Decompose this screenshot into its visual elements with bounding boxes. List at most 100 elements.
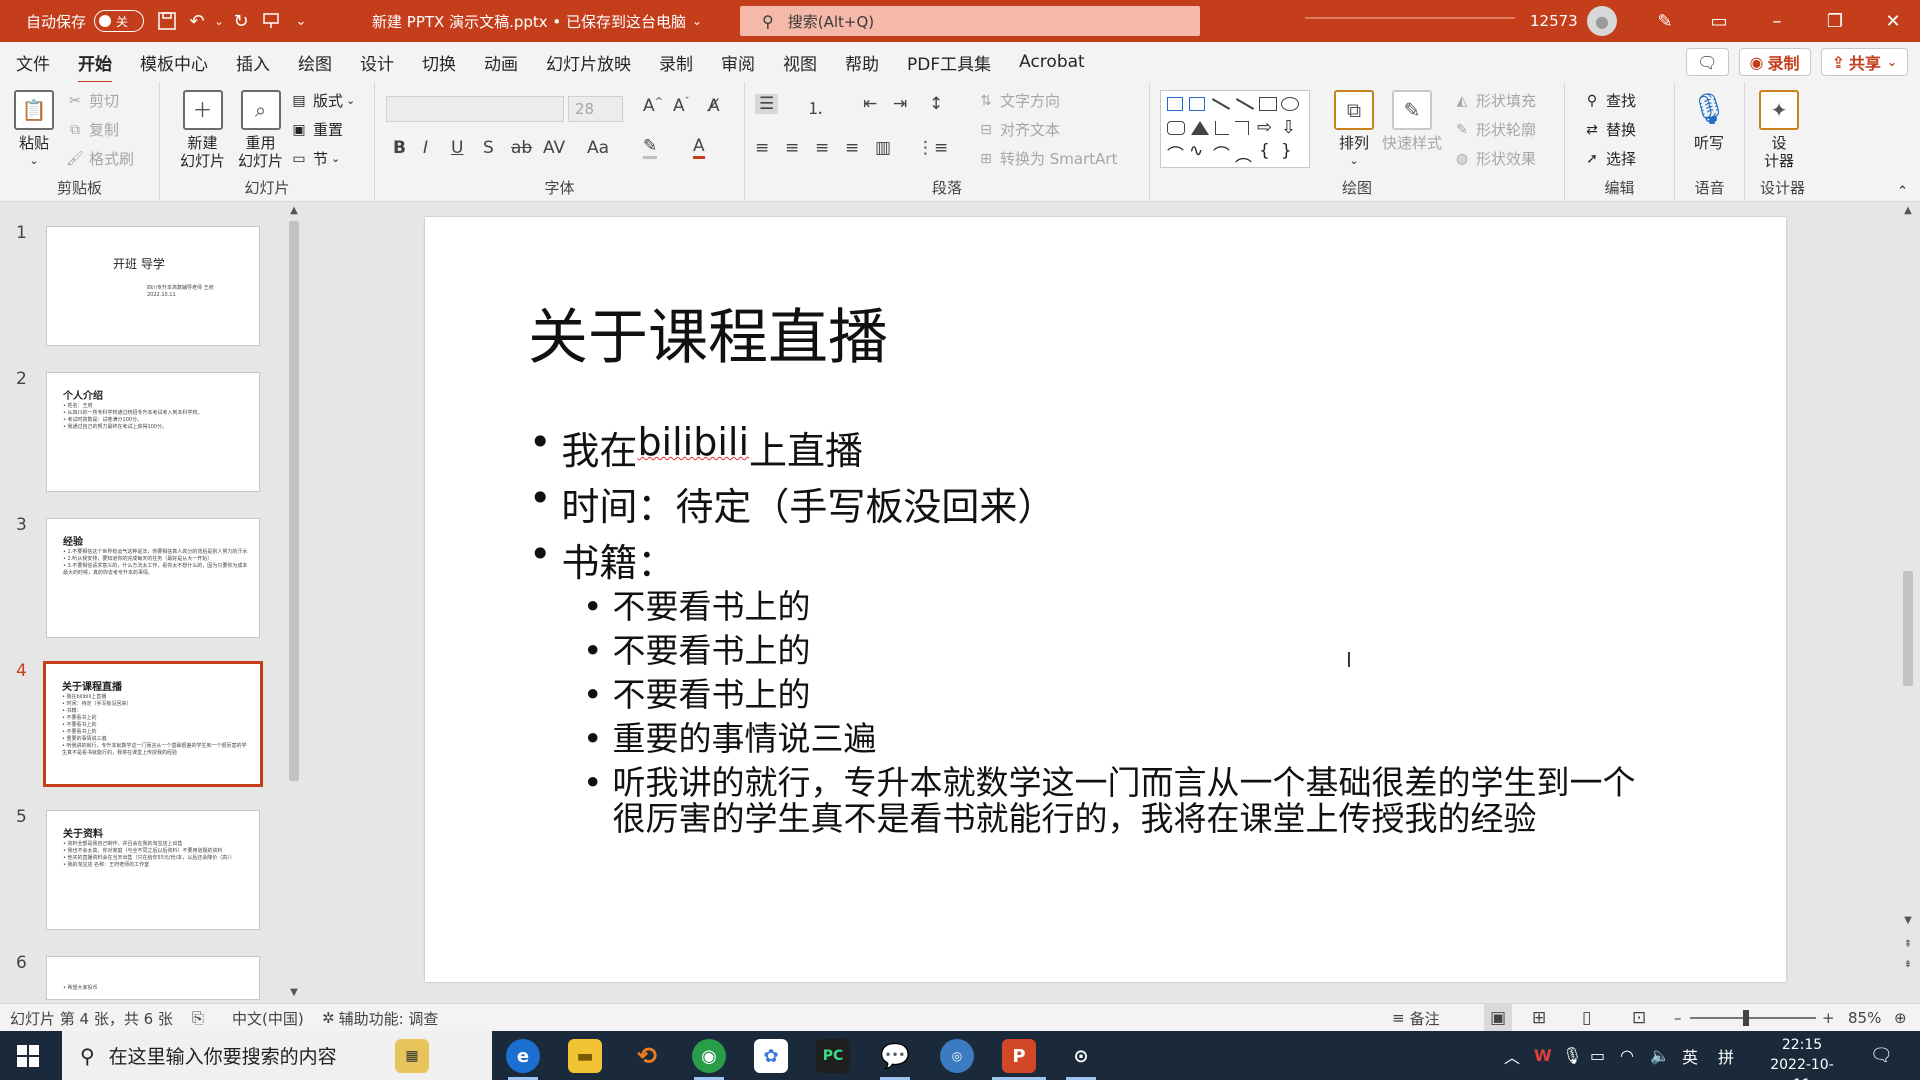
tab-help[interactable]: 帮助 bbox=[845, 50, 879, 75]
thumbnail-scrollbar[interactable]: ▲ ▼ bbox=[286, 203, 302, 1003]
triangle-shape-icon[interactable] bbox=[1191, 121, 1209, 135]
bullet-item[interactable]: • 时间：待定（手写板没回来） bbox=[529, 476, 1055, 531]
slide-thumbnail-6[interactable]: • 希望大家投币 bbox=[46, 956, 260, 1000]
system-clock[interactable]: 22:15 2022-10-11 bbox=[1762, 1035, 1842, 1080]
slide-sorter-icon[interactable]: ⊞ bbox=[1532, 1004, 1546, 1032]
share-button[interactable]: ⇪ 共享 ⌄ bbox=[1820, 48, 1908, 76]
scrollbar-thumb[interactable] bbox=[1903, 571, 1913, 686]
tab-record[interactable]: 录制 bbox=[659, 50, 693, 75]
tab-home[interactable]: 开始 bbox=[78, 50, 112, 84]
bold-icon[interactable]: B bbox=[393, 138, 406, 158]
normal-view-icon[interactable]: ▣ bbox=[1484, 1004, 1513, 1032]
undo-icon[interactable]: ↶ bbox=[182, 6, 212, 36]
down-arrow-shape-icon[interactable]: ⇩ bbox=[1281, 117, 1296, 138]
tab-slideshow[interactable]: 幻灯片放映 bbox=[546, 50, 631, 75]
zoom-out-icon[interactable]: – bbox=[1674, 1004, 1682, 1032]
arrange-button[interactable]: ⧉ 排列 ⌄ bbox=[1334, 90, 1374, 170]
customize-qat-icon[interactable]: ⌄ bbox=[286, 6, 316, 36]
highlight-icon[interactable]: ✎ bbox=[643, 136, 658, 159]
section-button[interactable]: ▭ 节 ⌄ bbox=[290, 148, 340, 169]
align-left-icon[interactable]: ≡ bbox=[755, 138, 769, 158]
increase-indent-icon[interactable]: ⇥ bbox=[893, 94, 907, 114]
slide-title[interactable]: 关于课程直播 bbox=[528, 289, 888, 376]
scroll-down-icon[interactable]: ▼ bbox=[1900, 915, 1916, 926]
present-icon[interactable] bbox=[256, 6, 286, 36]
bullet-item[interactable]: • 我在 bilibili 上直播 bbox=[529, 420, 863, 475]
text-align-icon[interactable]: ⋮≡ bbox=[917, 138, 948, 158]
restore-icon[interactable]: ❐ bbox=[1806, 0, 1864, 42]
file-explorer-icon[interactable]: ▬ bbox=[568, 1039, 602, 1073]
accessibility-button[interactable]: ✲ 辅助功能: 调查 bbox=[322, 1004, 438, 1032]
battery-icon[interactable]: ▭ bbox=[1590, 1031, 1605, 1080]
zoom-slider[interactable] bbox=[1690, 1017, 1816, 1019]
slide-thumbnail-3[interactable]: 经验 • 1.不要相信这个世界有运气这种说法，你要相信真人高分的背后是别人努力的… bbox=[46, 518, 260, 638]
italic-icon[interactable]: I bbox=[423, 138, 428, 158]
right-arrow-shape-icon[interactable]: ⇨ bbox=[1257, 117, 1272, 138]
powerpoint-icon[interactable]: P bbox=[1002, 1039, 1036, 1073]
scroll-up-icon[interactable]: ▲ bbox=[286, 205, 302, 216]
zoom-level[interactable]: 85% bbox=[1848, 1004, 1881, 1032]
microphone-tray-icon[interactable]: 🎙 bbox=[1562, 1031, 1582, 1080]
cut-button[interactable]: ✂ 剪切 bbox=[66, 90, 119, 111]
slide-thumbnail-1[interactable]: 开班 导学 四川专升本高数辅导老师 王府 2022.10.11 bbox=[46, 226, 260, 346]
reading-view-icon[interactable]: ▯ bbox=[1582, 1004, 1591, 1032]
decrease-indent-icon[interactable]: ⇤ bbox=[863, 94, 877, 114]
close-icon[interactable]: ✕ bbox=[1864, 0, 1920, 42]
elbow-shape-icon[interactable] bbox=[1235, 121, 1249, 135]
spacing-icon[interactable]: AV bbox=[543, 138, 565, 158]
scroll-up-icon[interactable]: ▲ bbox=[1900, 205, 1916, 216]
tab-file[interactable]: 文件 bbox=[16, 50, 50, 75]
tray-overflow-icon[interactable]: ︿ bbox=[1504, 1031, 1520, 1080]
align-right-icon[interactable]: ≡ bbox=[815, 138, 829, 158]
fit-slide-icon[interactable]: ⊕ bbox=[1894, 1004, 1907, 1032]
tab-design[interactable]: 设计 bbox=[360, 50, 394, 75]
underline-icon[interactable]: U bbox=[451, 138, 463, 158]
save-icon[interactable] bbox=[152, 6, 182, 36]
pen-icon[interactable]: ✎ bbox=[1650, 6, 1680, 36]
previous-slide-icon[interactable]: ⇞ bbox=[1900, 939, 1916, 950]
scrollbar-thumb[interactable] bbox=[289, 221, 299, 781]
tab-template-center[interactable]: 模板中心 bbox=[140, 50, 208, 75]
connector-shape-icon[interactable] bbox=[1215, 121, 1229, 135]
notes-button[interactable]: ≡ 备注 bbox=[1392, 1004, 1440, 1032]
wps-tray-icon[interactable]: W bbox=[1534, 1031, 1552, 1080]
sub-bullet-item[interactable]: • 不要看书上的 bbox=[583, 677, 810, 713]
tab-animations[interactable]: 动画 bbox=[484, 50, 518, 75]
change-case-icon[interactable]: Aa bbox=[587, 138, 609, 158]
shapes-gallery[interactable]: ⇨ ⇩ ⌒ ∿ ⌒ ︵ { } bbox=[1160, 90, 1310, 168]
font-size-box[interactable]: 28 bbox=[568, 96, 623, 122]
ribbon-display-icon[interactable]: ▭ bbox=[1690, 0, 1748, 42]
slide-thumbnail-2[interactable]: 个人介绍 • 姓名：王府 • 从四川的一所专科学校通过统招专升本考试考入到本科学… bbox=[46, 372, 260, 492]
font-color-icon[interactable]: A bbox=[693, 136, 705, 159]
copy-button[interactable]: ⧉ 复制 bbox=[66, 119, 119, 140]
rectangle-shape-icon[interactable] bbox=[1259, 97, 1277, 111]
paste-button[interactable]: 📋 粘贴 ⌄ bbox=[14, 90, 54, 170]
curve-shape-icon[interactable]: ︵ bbox=[1235, 141, 1252, 166]
format-painter-button[interactable]: 🖌 格式刷 bbox=[66, 148, 134, 169]
align-center-icon[interactable]: ≡ bbox=[785, 138, 799, 158]
notification-icon[interactable]: 🗨 bbox=[1870, 1031, 1893, 1080]
scroll-down-icon[interactable]: ▼ bbox=[286, 987, 302, 998]
tab-draw[interactable]: 绘图 bbox=[298, 50, 332, 75]
textbox-shape-icon[interactable] bbox=[1167, 97, 1183, 111]
shadow-icon[interactable]: S bbox=[483, 138, 494, 158]
line-spacing-icon[interactable]: ↕ bbox=[929, 94, 943, 114]
quick-styles-button[interactable]: ✎ 快速样式 bbox=[1382, 90, 1442, 152]
redo-icon[interactable]: ↻ bbox=[226, 6, 256, 36]
rounded-rect-shape-icon[interactable] bbox=[1167, 121, 1185, 135]
right-brace-shape-icon[interactable]: } bbox=[1281, 141, 1292, 161]
wechat-icon[interactable]: 💬 bbox=[878, 1039, 912, 1073]
align-text-button[interactable]: ⊟ 对齐文本 bbox=[977, 119, 1060, 140]
search-box[interactable]: ⚲ 搜索(Alt+Q) bbox=[740, 6, 1200, 36]
justify-icon[interactable]: ≡ bbox=[845, 138, 859, 158]
reset-button[interactable]: ▣ 重置 bbox=[290, 119, 343, 140]
slide-scrollbar[interactable]: ▲ ▼ ⇞ ⇟ bbox=[1900, 203, 1916, 1003]
language-indicator[interactable]: 中文(中国) bbox=[232, 1004, 304, 1032]
ime-mode-icon[interactable]: 拼 bbox=[1718, 1031, 1734, 1080]
edge-icon[interactable]: e bbox=[506, 1039, 540, 1073]
spellcheck-icon[interactable]: ⎘ bbox=[192, 1004, 204, 1032]
avatar[interactable]: ● bbox=[1587, 6, 1617, 36]
arc-shape-icon[interactable]: ⌒ bbox=[1213, 141, 1230, 166]
autosave-toggle[interactable]: 关 bbox=[94, 10, 145, 32]
find-button[interactable]: ⚲ 查找 bbox=[1583, 90, 1636, 111]
